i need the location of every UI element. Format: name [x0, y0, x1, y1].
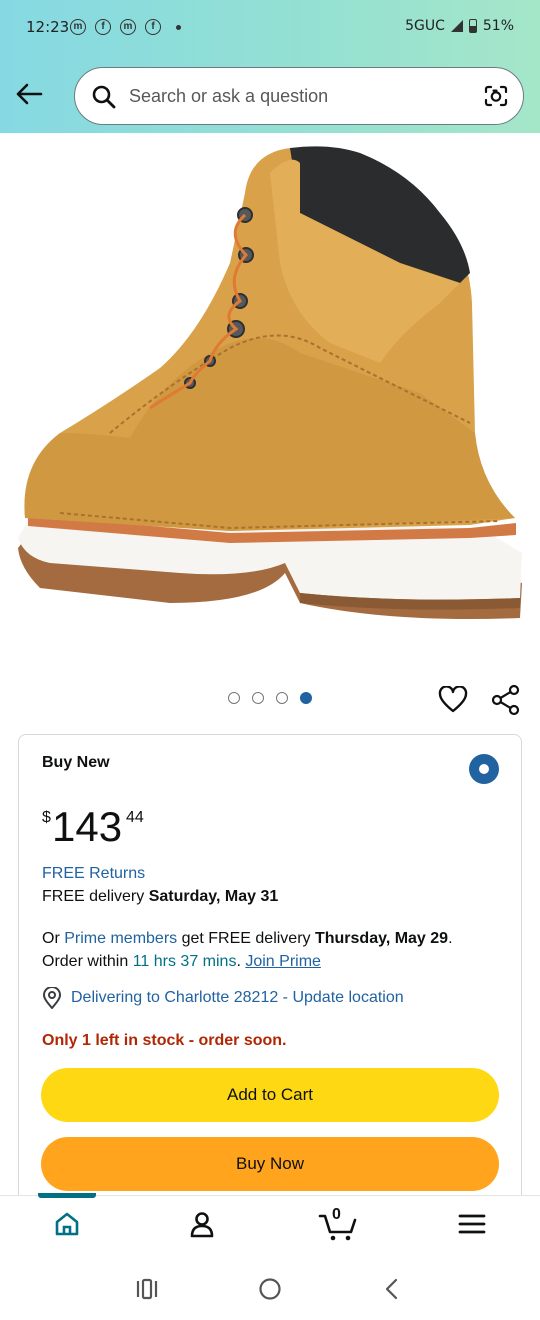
home-icon[interactable] [53, 1210, 81, 1243]
prime-or: Or [42, 930, 60, 947]
order-countdown: 11 hrs 37 mins [132, 953, 237, 970]
heart-icon[interactable] [438, 685, 468, 719]
stock-warning: Only 1 left in stock - order soon. [42, 1032, 287, 1049]
product-image[interactable] [0, 133, 540, 673]
cart-count: 0 [332, 1206, 341, 1223]
app-header: 12:23 m f m f 5GUC 51% [0, 0, 540, 133]
battery-icon [468, 19, 477, 33]
share-icon[interactable] [490, 684, 522, 721]
battery-level: 51% [482, 18, 514, 34]
system-back-icon[interactable] [382, 1277, 400, 1306]
price-symbol: $ [42, 809, 51, 826]
buy-new-radio[interactable] [469, 754, 499, 784]
active-tab-indicator [38, 1193, 96, 1198]
back-arrow-icon[interactable] [14, 80, 44, 108]
pagination-dot[interactable] [252, 692, 264, 704]
prime-date: Thursday, May 29 [314, 930, 449, 947]
pagination-dot[interactable] [228, 692, 240, 704]
delivery-prefix: FREE delivery [42, 888, 145, 905]
order-within-prefix: Order within [42, 953, 129, 970]
camera-search-icon[interactable] [483, 83, 509, 114]
image-pagination[interactable] [228, 692, 312, 704]
notification-icons: m f m f [70, 19, 181, 35]
recent-apps-icon[interactable] [135, 1278, 159, 1305]
bottom-nav: 0 [0, 1193, 540, 1257]
delivery-location[interactable]: Delivering to Charlotte 28212 - Update l… [42, 987, 404, 1009]
buy-box: Buy New $ 143 44 FREE Returns FREE deliv… [18, 734, 522, 1214]
price-fraction: 44 [126, 809, 144, 826]
prime-members-link[interactable]: Prime members [64, 930, 177, 947]
buy-now-button[interactable]: Buy Now [41, 1137, 499, 1191]
facebook-notification-icon: f [95, 19, 111, 35]
delivery-date: Saturday, May 31 [148, 888, 279, 905]
free-returns-link[interactable]: FREE Returns [42, 865, 145, 883]
more-notifications-dot-icon [176, 25, 181, 30]
search-icon[interactable] [91, 84, 117, 115]
location-pin-icon [42, 987, 62, 1009]
messenger-notification-icon: m [70, 19, 86, 35]
system-navigation-bar [0, 1257, 540, 1320]
menu-icon[interactable] [458, 1210, 486, 1243]
prime-delivery-info: Or Prime members get FREE delivery Thurs… [42, 930, 453, 970]
delivery-info: FREE delivery Saturday, May 31 [42, 888, 278, 906]
buy-new-title: Buy New [42, 754, 110, 771]
status-bar: 12:23 m f m f 5GUC 51% [0, 0, 540, 56]
search-bar[interactable] [74, 67, 524, 125]
search-input[interactable] [129, 82, 459, 110]
signal-icon [450, 20, 463, 32]
account-icon[interactable] [188, 1210, 216, 1243]
messenger-notification-icon: m [120, 19, 136, 35]
pagination-dot-active[interactable] [300, 692, 312, 704]
price-whole: 143 [52, 803, 123, 850]
status-time: 12:23 [26, 18, 70, 36]
facebook-notification-icon: f [145, 19, 161, 35]
add-to-cart-button[interactable]: Add to Cart [41, 1068, 499, 1122]
join-prime-link[interactable]: Join Prime [245, 953, 321, 970]
delivery-location-text[interactable]: Delivering to Charlotte 28212 - Update l… [71, 989, 404, 1007]
pagination-dot[interactable] [276, 692, 288, 704]
network-type: 5GUC [405, 18, 445, 34]
home-button-icon[interactable] [258, 1277, 282, 1306]
prime-get: get FREE delivery [181, 930, 311, 947]
status-right: 5GUC 51% [405, 18, 514, 34]
